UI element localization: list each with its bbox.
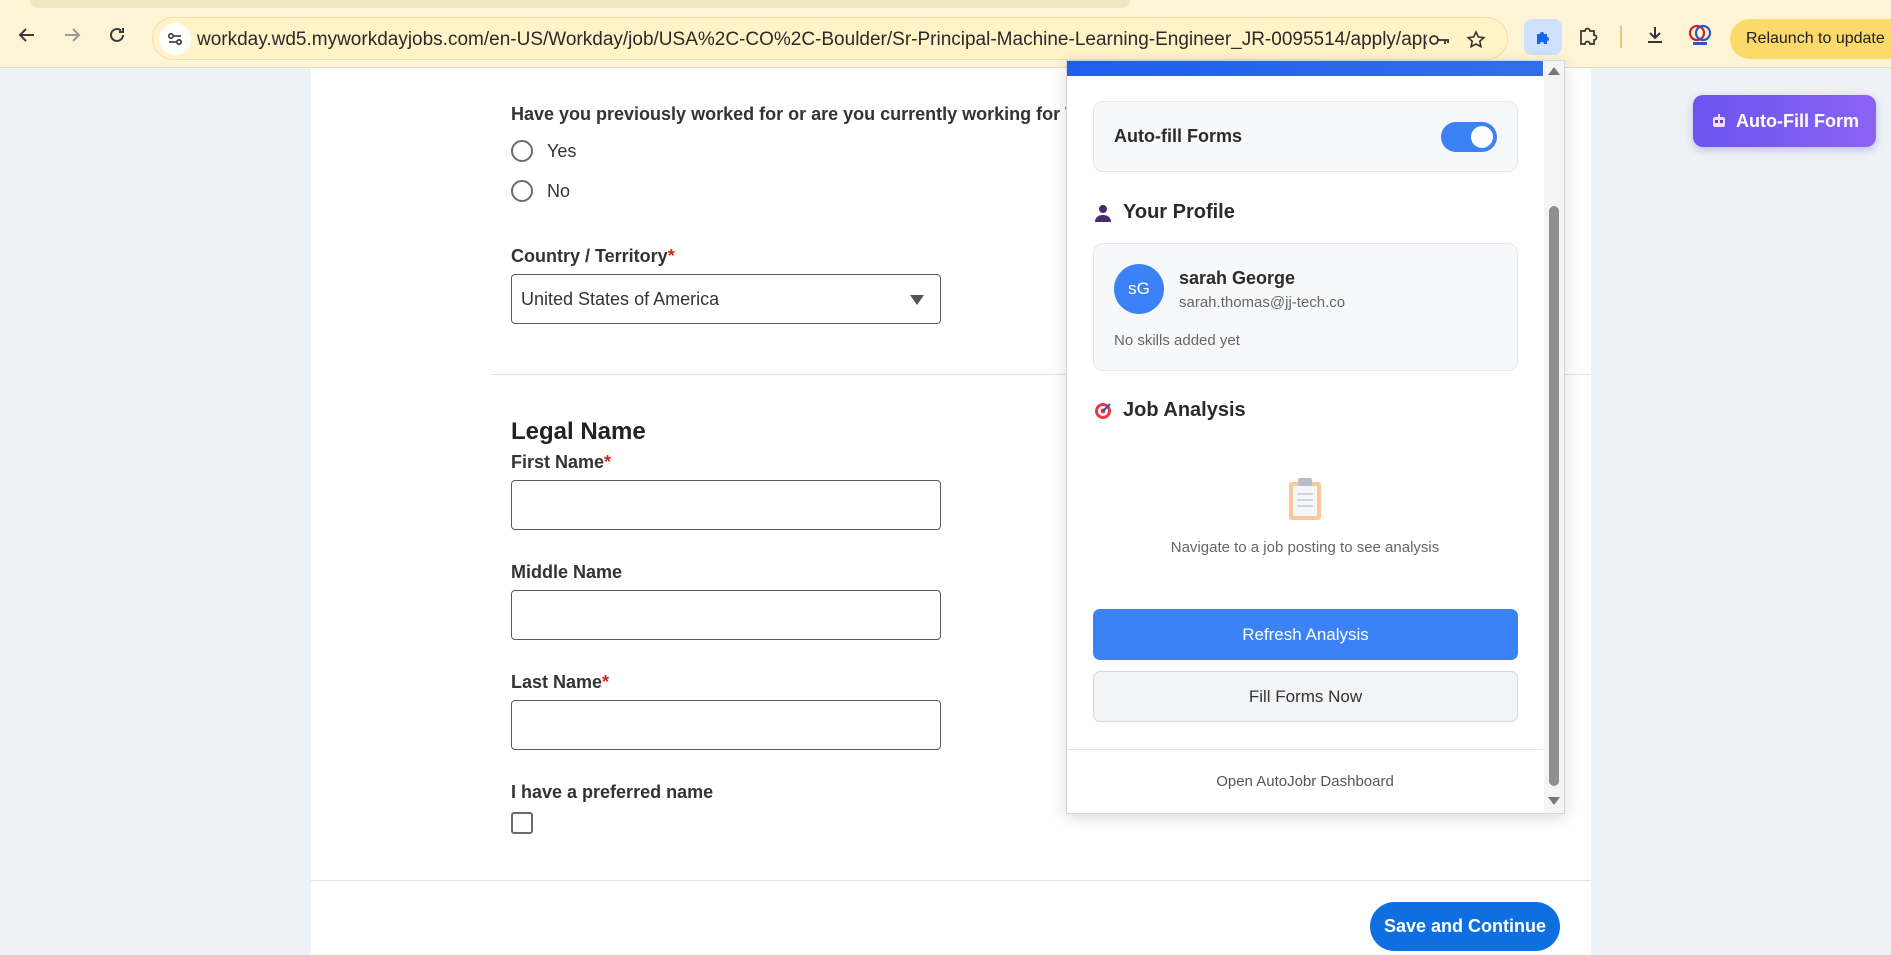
first-name-label-text: First Name <box>511 452 605 472</box>
job-analysis-heading-text: Job Analysis <box>1123 399 1246 421</box>
address-bar[interactable]: workday.wd5.myworkdayjobs.com/en-US/Work… <box>152 17 1508 60</box>
previous-worker-question: Have you previously worked for or are yo… <box>511 104 1071 124</box>
required-asterisk: * <box>604 452 612 472</box>
section-title-legal-name: Legal Name <box>511 418 646 445</box>
preferred-name-checkbox[interactable] <box>511 812 533 834</box>
extensions-icon[interactable] <box>1573 20 1603 50</box>
auto-fill-form-button[interactable]: Auto-Fill Form <box>1693 95 1876 147</box>
profile-name: sarah George <box>1179 268 1296 288</box>
skills-status: No skills added yet <box>1114 332 1240 349</box>
country-select[interactable]: United States of America <box>511 274 941 324</box>
avatar: sG <box>1114 264 1164 314</box>
scroll-thumb[interactable] <box>1549 206 1559 786</box>
chevron-down-icon <box>910 295 924 305</box>
profile-icon[interactable] <box>1685 20 1715 50</box>
autofill-toggle-card: Auto-fill Forms <box>1093 101 1518 172</box>
radio-label: No <box>547 180 571 201</box>
profile-email: sarah.thomas@jj-tech.co <box>1179 294 1346 311</box>
forward-icon[interactable] <box>59 22 85 48</box>
extension-popup: Auto-fill Forms Your Profile sG sarah Ge… <box>1066 60 1565 814</box>
first-name-label: First Name* <box>511 452 611 473</box>
scroll-down-icon[interactable] <box>1548 797 1560 805</box>
radio-button[interactable] <box>511 140 533 162</box>
country-label: Country / Territory* <box>511 246 675 267</box>
footer-divider <box>311 880 1591 881</box>
preferred-name-label: I have a preferred name <box>511 782 714 802</box>
password-key-icon[interactable] <box>1428 28 1452 52</box>
refresh-analysis-button[interactable]: Refresh Analysis <box>1093 609 1518 660</box>
user-icon <box>1095 204 1111 222</box>
popup-footer-divider <box>1067 749 1543 750</box>
site-info-icon[interactable] <box>159 23 191 55</box>
fill-forms-now-button[interactable]: Fill Forms Now <box>1093 671 1518 722</box>
download-icon[interactable] <box>1640 20 1670 50</box>
toolbar-separator <box>1620 26 1622 48</box>
reload-icon[interactable] <box>104 22 130 48</box>
radio-option-yes[interactable]: Yes <box>511 140 576 162</box>
radio-option-no[interactable]: No <box>511 180 570 202</box>
required-asterisk: * <box>667 246 675 266</box>
popup-scrollbar[interactable] <box>1544 61 1564 813</box>
profile-card: sG sarah George sarah.thomas@jj-tech.co … <box>1093 243 1518 371</box>
autofill-label: Auto-fill Forms <box>1114 126 1242 146</box>
profile-heading-text: Your Profile <box>1123 201 1235 223</box>
autofill-toggle[interactable] <box>1441 122 1497 152</box>
last-name-input[interactable] <box>511 700 941 750</box>
last-name-label-text: Last Name <box>511 672 603 692</box>
country-value: United States of America <box>521 289 720 309</box>
robot-icon <box>1713 114 1725 127</box>
profile-heading: Your Profile <box>1093 201 1235 224</box>
country-label-text: Country / Territory <box>511 246 668 266</box>
puzzle-icon[interactable] <box>1524 19 1562 55</box>
job-analysis-empty-state: Navigate to a job posting to see analysi… <box>1170 539 1440 556</box>
star-icon[interactable] <box>1464 28 1488 52</box>
popup-header-bar <box>1067 61 1543 76</box>
auto-fill-form-label: Auto-Fill Form <box>1736 110 1859 131</box>
scroll-up-icon[interactable] <box>1548 67 1560 75</box>
open-dashboard-link[interactable]: Open AutoJobr Dashboard <box>1067 773 1543 790</box>
last-name-label: Last Name* <box>511 672 609 693</box>
toggle-knob <box>1471 126 1493 148</box>
browser-toolbar: workday.wd5.myworkdayjobs.com/en-US/Work… <box>0 0 1891 68</box>
save-and-continue-button[interactable]: Save and Continue <box>1370 902 1560 951</box>
required-asterisk: * <box>602 672 610 692</box>
target-icon <box>1095 402 1111 419</box>
relaunch-button[interactable]: Relaunch to update <box>1730 19 1891 59</box>
url-text[interactable]: workday.wd5.myworkdayjobs.com/en-US/Work… <box>197 29 1427 51</box>
clipboard-icon <box>1289 478 1321 520</box>
middle-name-input[interactable] <box>511 590 941 640</box>
radio-label: Yes <box>547 140 577 161</box>
tab-strip <box>30 0 1130 8</box>
back-icon[interactable] <box>14 22 40 48</box>
first-name-input[interactable] <box>511 480 941 530</box>
job-analysis-heading: Job Analysis <box>1093 399 1246 422</box>
radio-button[interactable] <box>511 180 533 202</box>
middle-name-label: Middle Name <box>511 562 623 582</box>
